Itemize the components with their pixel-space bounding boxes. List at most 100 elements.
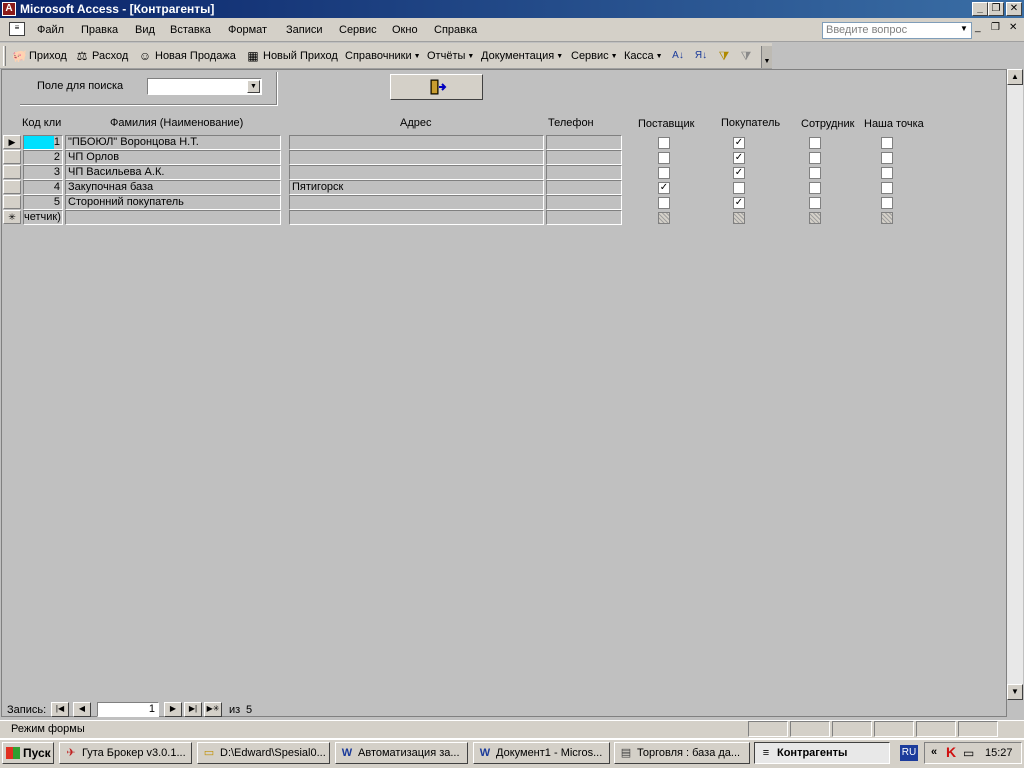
menu-records[interactable]: Записи	[286, 24, 323, 36]
cell-id[interactable]: четчик)	[23, 210, 63, 225]
menu-window[interactable]: Окно	[392, 24, 418, 36]
cell-phone[interactable]	[546, 150, 622, 165]
checkbox-employee[interactable]	[809, 212, 821, 224]
record-selector[interactable]	[3, 180, 21, 194]
current-record-icon[interactable]: ▶	[3, 135, 21, 149]
menu-insert[interactable]: Вставка	[170, 24, 211, 36]
prev-record-button[interactable]: ◀	[73, 702, 91, 717]
doc-restore-button[interactable]: ❐	[991, 22, 1000, 33]
cell-address[interactable]	[289, 135, 544, 150]
record-selector[interactable]	[3, 195, 21, 209]
checkbox-supplier[interactable]	[658, 137, 670, 149]
cell-address[interactable]	[289, 150, 544, 165]
cell-id[interactable]: 2	[23, 150, 63, 165]
taskbar-item-active[interactable]: ≡ Контрагенты	[754, 742, 890, 764]
scroll-down-icon[interactable]: ▼	[1007, 684, 1023, 700]
checkbox-our-point[interactable]	[881, 182, 893, 194]
first-record-button[interactable]: |◀	[51, 702, 69, 717]
toolbar-cash-menu[interactable]: Касса ▼	[624, 48, 663, 64]
cell-phone[interactable]	[546, 180, 622, 195]
cell-id[interactable]: 1	[23, 135, 63, 150]
network-icon[interactable]: ▭	[963, 746, 974, 760]
checkbox-our-point[interactable]	[881, 137, 893, 149]
toolbar-new-income-button[interactable]: ▦ Новый Приход	[246, 48, 338, 64]
taskbar-item[interactable]: W Документ1 - Micros...	[473, 742, 610, 764]
cell-phone[interactable]	[546, 165, 622, 180]
record-selector[interactable]	[3, 165, 21, 179]
toolbar-service-menu[interactable]: Сервис ▼	[571, 48, 618, 64]
chevron-down-icon[interactable]: ▼	[960, 24, 968, 33]
checkbox-our-point[interactable]	[881, 152, 893, 164]
close-button[interactable]: ✕	[1006, 2, 1022, 16]
sort-descending-button[interactable]: Я↓	[694, 48, 711, 64]
checkbox-employee[interactable]	[809, 197, 821, 209]
menu-tools[interactable]: Сервис	[339, 24, 377, 36]
filter-button[interactable]: ⧩	[739, 48, 756, 64]
cell-phone[interactable]	[546, 195, 622, 210]
toolbar-options-button[interactable]: ▼	[761, 46, 772, 68]
checkbox-buyer[interactable]	[733, 182, 745, 194]
antivirus-icon[interactable]: K	[946, 744, 956, 760]
maximize-button[interactable]: ❐	[988, 2, 1004, 16]
last-record-button[interactable]: ▶|	[184, 702, 202, 717]
cell-id[interactable]: 5	[23, 195, 63, 210]
menu-edit[interactable]: Правка	[81, 24, 118, 36]
checkbox-our-point[interactable]	[881, 197, 893, 209]
cell-name[interactable]: Закупочная база	[65, 180, 281, 195]
cell-address[interactable]	[289, 195, 544, 210]
table-row[interactable]: 2 ЧП Орлов ✓	[0, 150, 1006, 165]
toolbar-expense-button[interactable]: ⚖ Расход	[75, 48, 129, 64]
doc-close-button[interactable]: ✕	[1009, 22, 1017, 33]
taskbar-item[interactable]: ▭ D:\Edward\Spesial0...	[197, 742, 330, 764]
record-number-input[interactable]: 1	[97, 702, 159, 717]
toolbar-new-sale-button[interactable]: ☺ Новая Продажа	[138, 48, 236, 64]
form-icon[interactable]: ≡	[9, 22, 25, 36]
toolbar-income-button[interactable]: 🐖 Приход	[12, 48, 67, 64]
new-record-button[interactable]: ▶✳	[204, 702, 222, 717]
taskbar-item[interactable]: W Автоматизация за...	[335, 742, 468, 764]
expand-tray-icon[interactable]: «	[931, 746, 937, 758]
taskbar-item[interactable]: ▤ Торговля : база да...	[614, 742, 750, 764]
cell-address[interactable]	[289, 210, 544, 225]
cell-name[interactable]: ЧП Орлов	[65, 150, 281, 165]
checkbox-supplier[interactable]	[658, 152, 670, 164]
checkbox-buyer[interactable]: ✓	[733, 167, 745, 179]
checkbox-buyer[interactable]: ✓	[733, 137, 745, 149]
sort-ascending-button[interactable]: A↓	[671, 48, 688, 64]
record-selector[interactable]	[3, 150, 21, 164]
cell-name[interactable]	[65, 210, 281, 225]
chevron-down-icon[interactable]: ▼	[247, 80, 260, 93]
language-indicator[interactable]: RU	[900, 745, 918, 761]
toolbar-reports-menu[interactable]: Отчёты ▼	[427, 48, 474, 64]
checkbox-employee[interactable]	[809, 167, 821, 179]
minimize-button[interactable]: _	[972, 2, 988, 16]
clock[interactable]: 15:27	[985, 747, 1013, 759]
toolbar-documentation-menu[interactable]: Документация ▼	[481, 48, 563, 64]
filter-by-selection-button[interactable]: ⧩	[717, 48, 734, 64]
checkbox-employee[interactable]	[809, 137, 821, 149]
vertical-scrollbar[interactable]: ▲ ▼	[1007, 69, 1023, 700]
menu-help[interactable]: Справка	[434, 24, 477, 36]
cell-name[interactable]: "ПБОЮЛ" Воронцова Н.Т.	[65, 135, 281, 150]
cell-id[interactable]: 3	[23, 165, 63, 180]
cell-name[interactable]: ЧП Васильева А.К.	[65, 165, 281, 180]
checkbox-buyer[interactable]: ✓	[733, 152, 745, 164]
search-combobox[interactable]: ▼	[147, 78, 262, 95]
toolbar-references-menu[interactable]: Справочники ▼	[345, 48, 421, 64]
checkbox-supplier[interactable]	[658, 167, 670, 179]
checkbox-employee[interactable]	[809, 152, 821, 164]
exit-button[interactable]	[390, 74, 483, 100]
checkbox-buyer[interactable]: ✓	[733, 197, 745, 209]
cell-address[interactable]	[289, 165, 544, 180]
table-row[interactable]: ▶ 1 "ПБОЮЛ" Воронцова Н.Т. ✓	[0, 135, 1006, 150]
table-row[interactable]: 4 Закупочная база Пятигорск ✓	[0, 180, 1006, 195]
cell-phone[interactable]	[546, 135, 622, 150]
scroll-up-icon[interactable]: ▲	[1007, 69, 1023, 85]
cell-id[interactable]: 4	[23, 180, 63, 195]
toolbar-grip[interactable]	[3, 46, 6, 66]
menu-file[interactable]: Файл	[37, 24, 64, 36]
taskbar-item[interactable]: ✈ Гута Брокер v3.0.1...	[59, 742, 192, 764]
menu-format[interactable]: Формат	[228, 24, 267, 36]
checkbox-supplier[interactable]	[658, 212, 670, 224]
checkbox-supplier[interactable]	[658, 197, 670, 209]
